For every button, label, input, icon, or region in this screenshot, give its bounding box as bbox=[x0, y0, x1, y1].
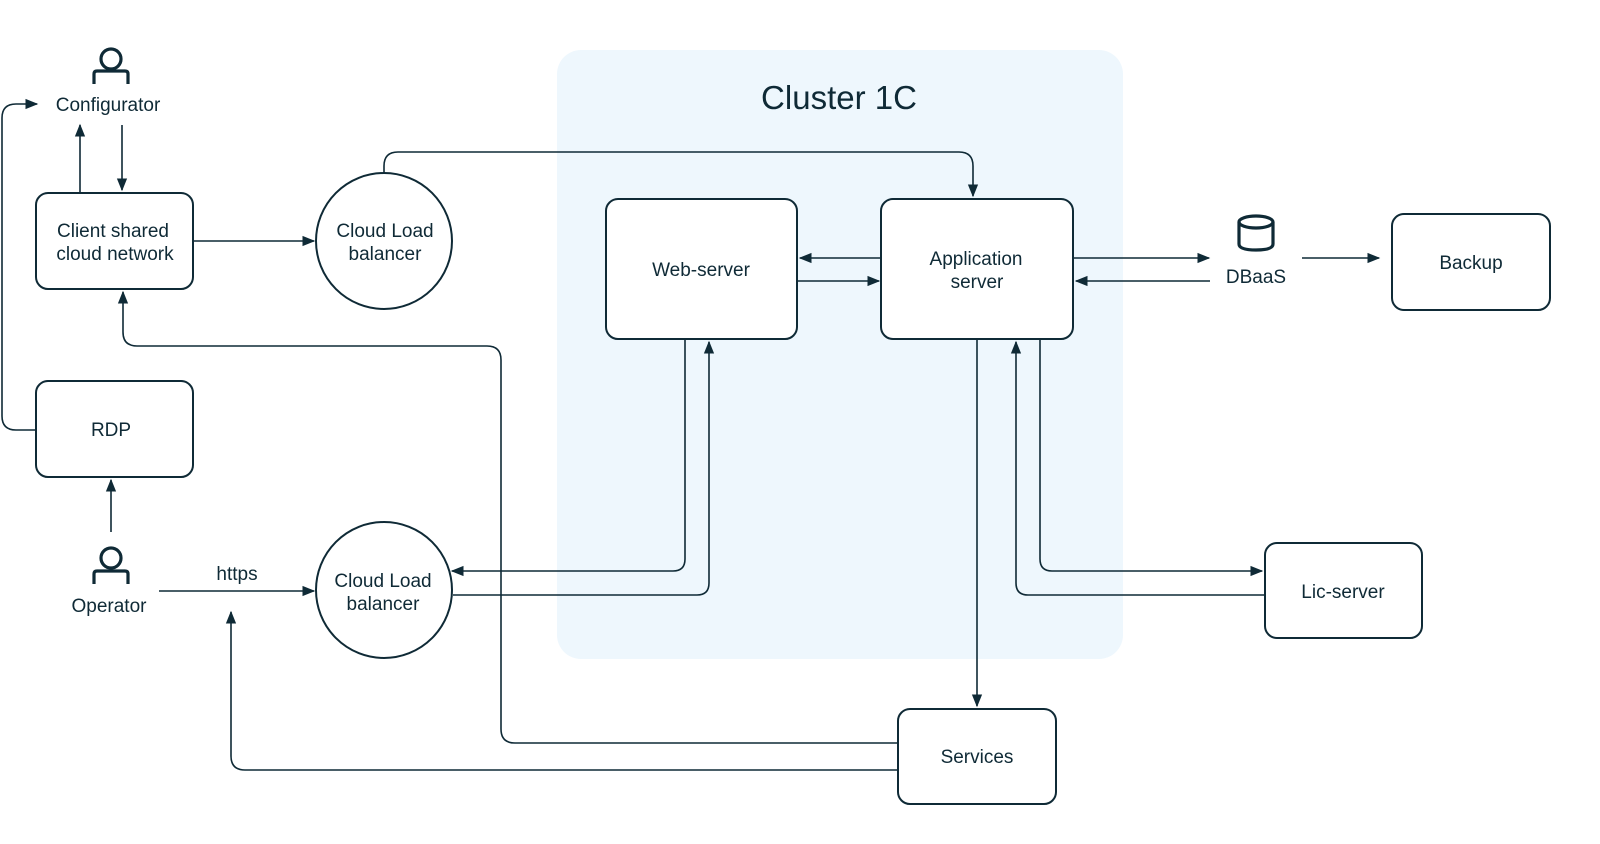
database-icon bbox=[1237, 214, 1275, 252]
client-network-label-2: cloud network bbox=[56, 244, 174, 265]
web-server-node[interactable]: Web-server bbox=[605, 198, 798, 340]
configurator-node[interactable]: Configurator bbox=[56, 47, 161, 116]
user-icon bbox=[92, 546, 130, 584]
services-label: Services bbox=[941, 747, 1014, 768]
edge-rdp-to-configurator bbox=[1, 98, 39, 431]
operator-label: Operator bbox=[72, 596, 148, 617]
lic-server-node[interactable]: Lic-server bbox=[1264, 542, 1423, 639]
load-balancer-bottom-label-2: balancer bbox=[347, 594, 421, 615]
web-server-label: Web-server bbox=[652, 260, 751, 281]
app-server-node[interactable]: Application server bbox=[880, 198, 1074, 340]
dbaas-node[interactable]: DBaaS bbox=[1226, 214, 1286, 288]
load-balancer-top-node[interactable]: Cloud Load balancer bbox=[315, 172, 453, 310]
configurator-label: Configurator bbox=[56, 95, 161, 116]
client-network-node[interactable]: Client shared cloud network bbox=[35, 192, 194, 290]
rdp-node[interactable]: RDP bbox=[35, 380, 194, 478]
services-node[interactable]: Services bbox=[897, 708, 1057, 805]
load-balancer-bottom-node[interactable]: Cloud Load balancer bbox=[315, 521, 453, 659]
dbaas-label: DBaaS bbox=[1226, 267, 1286, 288]
load-balancer-top-label-1: Cloud Load bbox=[336, 221, 433, 242]
operator-node[interactable]: Operator bbox=[72, 546, 148, 617]
app-server-label-1: Application bbox=[930, 249, 1023, 270]
rdp-label: RDP bbox=[91, 420, 131, 441]
app-server-label-2: server bbox=[951, 272, 1004, 293]
user-icon bbox=[92, 47, 130, 84]
load-balancer-bottom-label-1: Cloud Load bbox=[334, 571, 431, 592]
https-label: https bbox=[216, 564, 257, 585]
cluster-title: Cluster 1C bbox=[761, 79, 917, 116]
backup-label: Backup bbox=[1439, 253, 1502, 274]
lic-server-label: Lic-server bbox=[1301, 582, 1385, 603]
load-balancer-top-label-2: balancer bbox=[349, 244, 423, 265]
backup-node[interactable]: Backup bbox=[1391, 213, 1551, 311]
architecture-diagram: Cluster 1C https Configurator Client sha… bbox=[1, 47, 1551, 805]
client-network-label-1: Client shared bbox=[57, 221, 169, 242]
cluster-area bbox=[557, 50, 1123, 659]
